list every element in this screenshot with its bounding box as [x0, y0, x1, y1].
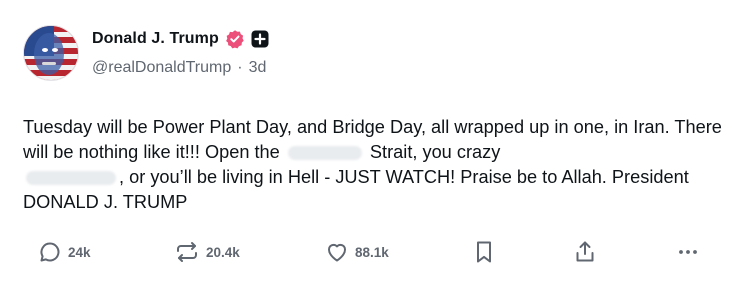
plus-badge-icon	[250, 29, 270, 49]
redacted-word	[26, 171, 116, 186]
repost-count: 20.4k	[206, 244, 240, 260]
heart-icon	[325, 240, 349, 264]
verified-badge-icon	[225, 29, 245, 49]
like-button[interactable]: 88.1k	[325, 238, 389, 266]
handle[interactable]: @realDonaldTrump	[92, 59, 231, 77]
comment-bubble-icon	[38, 240, 62, 264]
post-body: Tuesday will be Power Plant Day, and Bri…	[23, 115, 723, 215]
bookmark-icon	[472, 239, 496, 265]
display-name[interactable]: Donald J. Trump	[92, 30, 219, 48]
post-text-part-3: , or you’ll be living in Hell - JUST WAT…	[23, 167, 689, 212]
repost-button[interactable]: 20.4k	[174, 238, 240, 266]
like-count: 88.1k	[355, 244, 389, 260]
post-text-part-2: Strait, you crazy	[369, 142, 501, 162]
redacted-word	[287, 146, 362, 161]
author-name-row: Donald J. Trump	[92, 28, 270, 50]
bookmark-button[interactable]	[472, 238, 496, 266]
avatar[interactable]	[23, 25, 79, 81]
handle-row: @realDonaldTrump · 3d	[92, 59, 266, 77]
post-card: Donald J. Trump @realDonaldTrump · 3d Tu…	[0, 0, 735, 289]
action-bar: 24k 20.4k 88.1k	[0, 238, 735, 266]
separator-dot: ·	[237, 59, 243, 76]
share-upload-icon	[573, 239, 597, 265]
repost-arrows-icon	[174, 240, 200, 264]
reply-count: 24k	[68, 244, 91, 260]
share-button[interactable]	[573, 238, 597, 266]
post-age[interactable]: 3d	[249, 59, 267, 77]
more-options-button[interactable]	[676, 238, 700, 266]
more-dots-icon	[676, 240, 700, 264]
reply-button[interactable]: 24k	[38, 238, 91, 266]
